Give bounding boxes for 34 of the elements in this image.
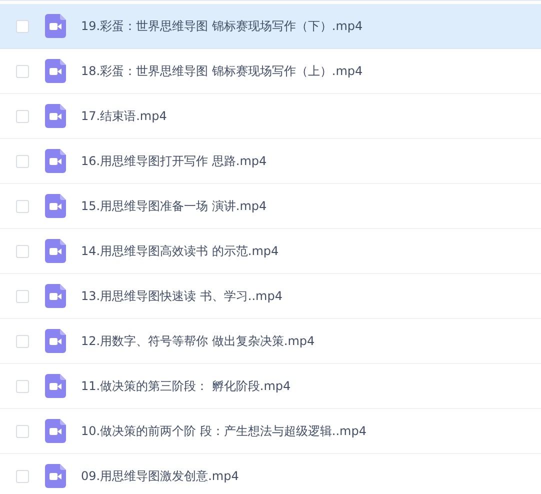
checkbox[interactable] bbox=[16, 380, 29, 392]
file-name: 09.用思维导图激发创意.mp4 bbox=[81, 468, 239, 484]
video-file-icon bbox=[45, 14, 66, 38]
file-name: 15.用思维导图准备一场 演讲.mp4 bbox=[81, 198, 267, 214]
video-file-icon bbox=[45, 59, 66, 83]
checkbox[interactable] bbox=[16, 290, 29, 302]
video-file-icon bbox=[45, 419, 66, 443]
video-file-icon bbox=[45, 464, 66, 488]
video-file-icon bbox=[45, 329, 66, 353]
video-file-icon bbox=[45, 374, 66, 398]
file-name: 16.用思维导图打开写作 思路.mp4 bbox=[81, 152, 267, 170]
checkbox[interactable] bbox=[16, 200, 29, 212]
file-name: 10.做决策的前两个阶 段：产生想法与超级逻辑..mp4 bbox=[81, 422, 366, 440]
video-file-icon bbox=[45, 194, 66, 218]
checkbox[interactable] bbox=[16, 244, 29, 258]
file-name: 17.结束语.mp4 bbox=[81, 108, 167, 124]
file-name: 13.用思维导图快速读 书、学习..mp4 bbox=[81, 288, 282, 304]
file-name: 18.彩蛋：世界思维导图 锦标赛现场写作（上）.mp4 bbox=[81, 62, 363, 80]
video-file-icon bbox=[45, 239, 66, 263]
file-name: 11.做决策的第三阶段： 孵化阶段.mp4 bbox=[81, 378, 291, 394]
file-name: 12.用数字、符号等帮你 做出复杂决策.mp4 bbox=[81, 332, 315, 350]
checkbox[interactable] bbox=[16, 110, 29, 122]
video-file-icon bbox=[45, 104, 66, 128]
checkbox[interactable] bbox=[16, 154, 29, 168]
video-file-icon bbox=[45, 284, 66, 308]
video-file-icon bbox=[45, 149, 66, 173]
file-name: 19.彩蛋：世界思维导图 锦标赛现场写作（下）.mp4 bbox=[81, 18, 363, 34]
checkbox[interactable] bbox=[16, 20, 29, 32]
checkbox[interactable] bbox=[16, 64, 29, 78]
file-row[interactable]: 19.彩蛋：世界思维导图 锦标赛现场写作（下）.mp4 bbox=[0, 4, 541, 49]
checkbox[interactable] bbox=[16, 470, 29, 482]
checkbox[interactable] bbox=[16, 334, 29, 348]
file-name: 14.用思维导图高效读书 的示范.mp4 bbox=[81, 242, 279, 260]
checkbox[interactable] bbox=[16, 424, 29, 438]
